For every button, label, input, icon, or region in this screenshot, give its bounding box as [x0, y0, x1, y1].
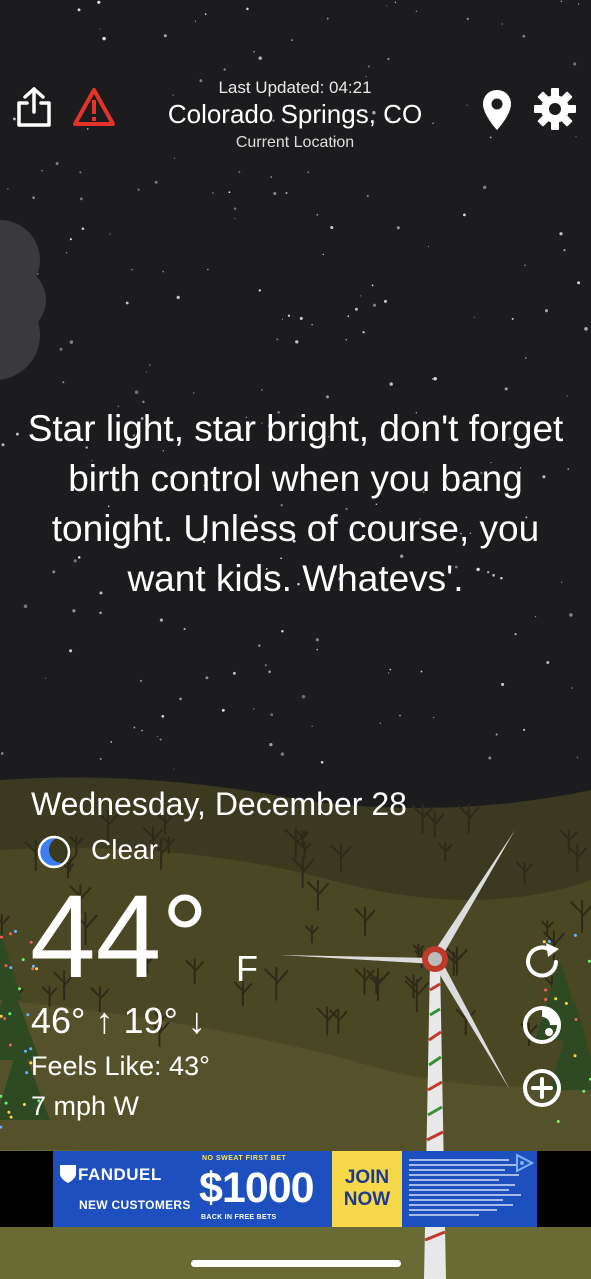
- high-low-temperature: 46° ↑ 19° ↓: [31, 1000, 206, 1041]
- weather-quote: Star light, star bright, don't forget bi…: [27, 408, 564, 599]
- weather-scene-background: [0, 0, 591, 1279]
- home-indicator[interactable]: [191, 1260, 401, 1267]
- radar-icon[interactable]: [520, 1003, 564, 1052]
- fanduel-shield-icon: [58, 1163, 78, 1190]
- warning-triangle-icon[interactable]: [72, 86, 116, 133]
- current-temperature: 44°: [30, 871, 209, 1003]
- location-subtitle: Current Location: [235, 134, 355, 151]
- date-label: Wednesday, December 28: [31, 786, 407, 822]
- ad-back-label: BACK IN FREE BETS: [201, 1214, 277, 1221]
- condition-label: Clear: [91, 834, 158, 865]
- ad-brand: FANDUEL: [78, 1165, 162, 1184]
- location-pin-icon[interactable]: [481, 88, 513, 137]
- wind-label: 7 mph W: [31, 1091, 140, 1121]
- location-name[interactable]: Colorado Springs, CO: [120, 99, 470, 130]
- plus-circle-icon[interactable]: [520, 1066, 564, 1115]
- ad-join-line2: NOW: [343, 1189, 391, 1210]
- location-header[interactable]: Last Updated: 04:21 Colorado Springs, CO…: [120, 78, 470, 152]
- gear-icon[interactable]: [533, 87, 577, 136]
- ad-customers: NEW CUSTOMERS: [79, 1198, 191, 1212]
- last-updated-label: Last Updated: 04:21: [218, 78, 372, 97]
- crescent-moon-icon: [37, 835, 75, 874]
- ad-choices-icon[interactable]: [514, 1153, 535, 1178]
- feels-like-label: Feels Like: 43°: [31, 1051, 210, 1081]
- ad-fine-print: [409, 1159, 521, 1216]
- ad-creative[interactable]: FANDUEL NEW CUSTOMERS NO SWEAT FIRST BET…: [53, 1151, 537, 1227]
- ad-tagline: NO SWEAT FIRST BET: [202, 1155, 287, 1162]
- temperature-unit: F: [236, 948, 258, 989]
- share-icon[interactable]: [16, 86, 52, 133]
- refresh-icon[interactable]: [520, 940, 564, 989]
- ad-amount: $1000: [199, 1164, 315, 1212]
- ad-banner[interactable]: FANDUEL NEW CUSTOMERS NO SWEAT FIRST BET…: [0, 1151, 591, 1227]
- ad-join-button[interactable]: JOIN NOW: [332, 1151, 402, 1227]
- ad-join-line1: JOIN: [344, 1167, 390, 1188]
